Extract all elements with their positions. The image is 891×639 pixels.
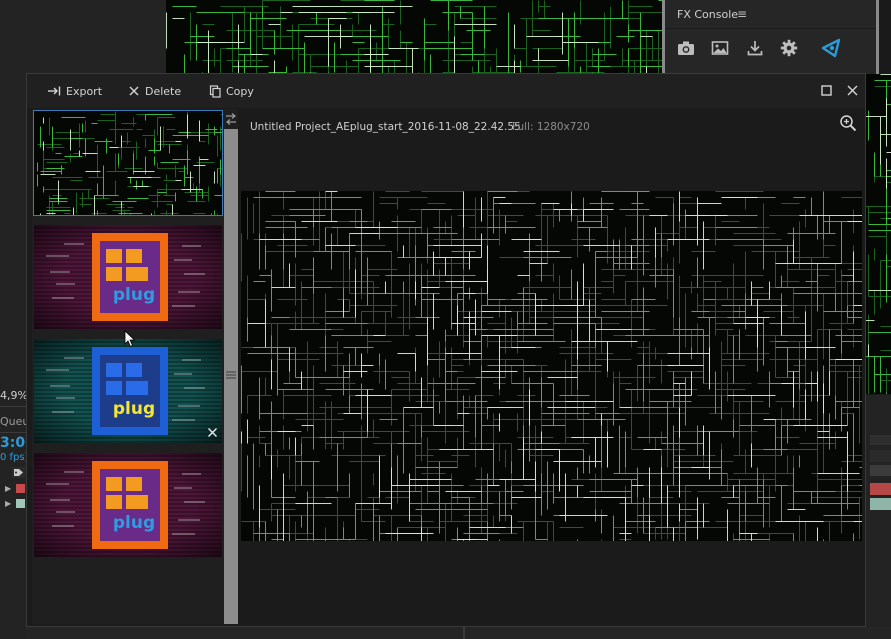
logo-icon[interactable] xyxy=(820,37,842,59)
export-label: Export xyxy=(66,84,103,98)
copy-button[interactable]: Copy xyxy=(209,83,254,99)
copy-icon xyxy=(209,84,221,98)
preview-image[interactable] xyxy=(241,191,862,541)
thumbnail-item[interactable]: plug xyxy=(34,225,222,329)
aeplug-thumbnail: plug xyxy=(34,339,222,443)
export-icon xyxy=(48,86,61,96)
close-button[interactable] xyxy=(846,84,859,97)
label-tag-icon[interactable] xyxy=(12,467,25,478)
mouse-cursor-icon xyxy=(124,330,136,348)
dialog-toolbar: Export Delete Copy xyxy=(27,74,865,108)
svg-text:plug: plug xyxy=(113,513,155,533)
snapshot-viewer-dialog: Export Delete Copy plug plug plug Untitl… xyxy=(26,73,866,627)
thumbnail-close-icon[interactable] xyxy=(207,427,218,438)
panel-menu-icon[interactable]: ≡ xyxy=(737,7,747,21)
export-button[interactable]: Export xyxy=(47,83,102,99)
delete-label: Delete xyxy=(145,84,182,98)
layer-row[interactable]: ▶ xyxy=(0,483,26,494)
svg-text:plug: plug xyxy=(113,399,155,419)
snapshot-filename: Untitled Project_AEplug_start_2016-11-08… xyxy=(250,121,521,133)
expand-arrow-icon[interactable]: ▶ xyxy=(5,484,11,493)
expand-arrow-icon[interactable]: ▶ xyxy=(5,499,11,508)
background-bottom-bar xyxy=(26,627,891,639)
background-grid-strip xyxy=(862,74,891,394)
background-right-panel xyxy=(866,395,891,639)
panel-splitter[interactable] xyxy=(224,109,238,624)
splitter-grip-icon[interactable] xyxy=(226,371,236,379)
close-icon xyxy=(847,85,858,96)
preview-area: Untitled Project_AEplug_start_2016-11-08… xyxy=(239,109,864,624)
swap-icon[interactable] xyxy=(225,112,237,126)
maximize-button[interactable] xyxy=(820,84,833,97)
aeplug-thumbnail: plug xyxy=(34,225,222,329)
fps-readout: 0 fps) xyxy=(0,452,29,463)
copy-label: Copy xyxy=(226,84,254,98)
aeplug-thumbnail: plug xyxy=(34,453,222,557)
image-icon[interactable] xyxy=(710,38,730,58)
matrix-grid-image xyxy=(241,191,862,541)
panel-title: FX Console xyxy=(677,8,739,21)
fx-console-panel: FX Console ≡ xyxy=(662,0,879,74)
delete-icon xyxy=(129,86,139,96)
thumbnail-item[interactable]: plug xyxy=(34,339,222,443)
download-icon[interactable] xyxy=(745,38,765,58)
snapshot-resolution: Full: 1280x720 xyxy=(512,121,590,133)
maximize-icon xyxy=(821,85,832,96)
thumbnail-item-selected[interactable] xyxy=(33,110,223,216)
label-color-swatch xyxy=(16,499,25,508)
camera-icon[interactable] xyxy=(676,38,696,58)
zoom-in-icon xyxy=(840,115,857,132)
thumbnail-item[interactable]: plug xyxy=(34,453,222,557)
svg-text:plug: plug xyxy=(113,285,155,305)
label-color-swatch xyxy=(16,484,25,493)
zoom-button[interactable] xyxy=(839,114,857,132)
thumbnail-list[interactable]: plug plug plug xyxy=(32,109,224,624)
layer-row[interactable]: ▶ xyxy=(0,498,26,509)
background-grid-preview xyxy=(166,0,666,74)
gear-icon[interactable] xyxy=(779,38,799,58)
delete-button[interactable]: Delete xyxy=(128,83,181,99)
matrix-grid-thumbnail xyxy=(34,111,222,215)
